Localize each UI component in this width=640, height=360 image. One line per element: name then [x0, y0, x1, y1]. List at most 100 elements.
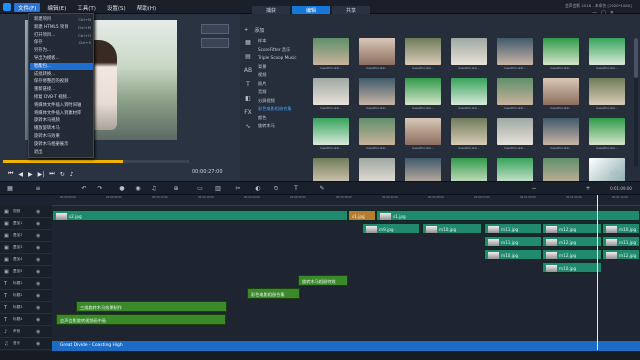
- track-visibility-icon[interactable]: ◉: [36, 293, 40, 299]
- track-header[interactable]: ▣ 视频 ◉: [0, 206, 52, 218]
- paint-icon[interactable]: ✎: [318, 185, 326, 193]
- menu-help[interactable]: 帮助(H): [133, 3, 160, 12]
- record-icon[interactable]: ●: [118, 185, 126, 193]
- file-menu-item[interactable]: 重新链接...: [30, 86, 93, 93]
- timeline-clip[interactable]: s2.jpg: [52, 210, 348, 221]
- track-header[interactable]: T 标题2 ◉: [0, 290, 52, 302]
- library-thumbnail[interactable]: beautiful-ladi...: [312, 38, 350, 72]
- transition-icon[interactable]: AB: [243, 66, 253, 76]
- repeat-icon[interactable]: ↻: [60, 171, 65, 178]
- library-thumbnail[interactable]: beautiful-ladi...: [588, 78, 626, 112]
- library-tree-item[interactable]: 音频: [258, 89, 266, 95]
- track-header[interactable]: ▣ 叠加2 ◉: [0, 230, 52, 242]
- audio-clip[interactable]: Great Divide - Coasting High: [52, 341, 640, 351]
- file-menu-item[interactable]: 智能包...: [30, 62, 93, 70]
- storyboard-view-icon[interactable]: ▦: [6, 185, 14, 193]
- timeline-clip[interactable]: m12.jpg: [602, 249, 640, 260]
- track-visibility-icon[interactable]: ◉: [36, 305, 40, 311]
- menu-file[interactable]: 文件(F): [14, 3, 41, 12]
- track-visibility-icon[interactable]: ◉: [36, 233, 40, 239]
- menu-edit[interactable]: 编辑(E): [43, 3, 70, 12]
- library-thumbnail[interactable]: beautiful-ladi...: [404, 118, 442, 152]
- library-thumbnail[interactable]: beautiful-ladi...: [358, 38, 396, 72]
- track-visibility-icon[interactable]: ◉: [36, 221, 40, 227]
- file-menu-item[interactable]: 打开项目... Ctrl+O: [30, 32, 93, 39]
- library-tree-item[interactable]: 背景: [258, 64, 266, 70]
- library-thumbnail[interactable]: beautiful-ladi...: [542, 118, 580, 152]
- track-visibility-icon[interactable]: ◉: [36, 257, 40, 263]
- browse-link[interactable]: 浏览: [610, 171, 619, 177]
- file-menu-item[interactable]: 将媒体文件插入到时间轴: [30, 102, 93, 109]
- clip-mode-button[interactable]: [201, 38, 229, 48]
- track-header[interactable]: T 标题3 ◉: [0, 302, 52, 314]
- zoom-in-icon[interactable]: +: [584, 185, 592, 193]
- library-thumbnail[interactable]: beautiful-ladi...: [450, 38, 488, 72]
- end-icon[interactable]: ⏭: [49, 170, 54, 178]
- timecode[interactable]: 00:00:27:00: [192, 169, 223, 175]
- library-tree-item[interactable]: 视频: [258, 72, 266, 78]
- file-menu-item[interactable]: 旋转木马视频: [30, 117, 93, 124]
- home-icon[interactable]: ⏮: [8, 170, 13, 178]
- timeline-clip[interactable]: m11.jpg: [484, 223, 542, 234]
- library-thumbnail[interactable]: beautiful-ladi...: [404, 78, 442, 112]
- media-icon[interactable]: ▦: [243, 38, 253, 48]
- library-thumbnail[interactable]: beautiful-ladi...: [358, 118, 396, 152]
- mixer-icon[interactable]: ◉: [134, 185, 142, 193]
- graphic-icon[interactable]: ◧: [243, 94, 253, 104]
- library-thumbnail[interactable]: beautiful-ladi...: [496, 78, 534, 112]
- project-mode-button[interactable]: [201, 24, 229, 34]
- fx-icon[interactable]: FX: [243, 108, 253, 118]
- timeline-clip[interactable]: m10.jpg: [422, 223, 482, 234]
- next-frame-icon[interactable]: ▶|: [38, 171, 45, 178]
- subtitle-icon[interactable]: ▭: [196, 185, 204, 193]
- volume-icon[interactable]: ♪: [70, 171, 74, 178]
- track-header[interactable]: ▣ 叠加4 ◉: [0, 254, 52, 266]
- file-menu-item[interactable]: 成批转换...: [30, 71, 93, 78]
- file-menu-item[interactable]: 旋转木马效果: [30, 133, 93, 140]
- mask-icon[interactable]: ◐: [254, 185, 262, 193]
- file-menu-item[interactable]: 导出为模板...: [30, 55, 93, 62]
- track-header[interactable]: T 标题4 ◉: [0, 314, 52, 326]
- track-header[interactable]: ▣ 叠加5 ◉: [0, 266, 52, 278]
- library-thumbnail[interactable]: beautiful-ladi...: [450, 118, 488, 152]
- library-scrollbar[interactable]: [634, 38, 638, 166]
- timeline-clip[interactable]: m10.jpg: [484, 249, 542, 260]
- timeline-clip[interactable]: m11.jpg: [484, 236, 542, 247]
- motion-track-icon[interactable]: ⊕: [172, 185, 180, 193]
- library-tree-item[interactable]: ScoreFitter 音乐: [258, 47, 290, 53]
- file-menu-item[interactable]: 修复 DVB-T 视频...: [30, 94, 93, 101]
- track-visibility-icon[interactable]: ◉: [36, 329, 40, 335]
- scrubber-bar[interactable]: [3, 160, 189, 163]
- track-header[interactable]: ♫ 音乐 ◉: [0, 338, 52, 350]
- timeline-clip[interactable]: m11.jpg: [602, 236, 640, 247]
- library-tree-item[interactable]: 颜色: [258, 115, 266, 121]
- path-icon[interactable]: ∿: [243, 122, 253, 132]
- multicam-icon[interactable]: ▥: [214, 185, 222, 193]
- timeline-clip[interactable]: 彩色电影相册合集: [247, 288, 300, 299]
- library-thumbnail[interactable]: beautiful-ladi...: [588, 38, 626, 72]
- track-header[interactable]: T 标题1 ◉: [0, 278, 52, 290]
- timeline-clip[interactable]: m10.jpg: [602, 223, 640, 234]
- play-icon[interactable]: ▶: [28, 171, 33, 178]
- track-header[interactable]: ▣ 叠加3 ◉: [0, 242, 52, 254]
- library-tree-item[interactable]: 样本: [258, 38, 266, 44]
- track-header[interactable]: ♪ 声音 ◉: [0, 326, 52, 338]
- timeline-view-icon[interactable]: ≡: [34, 185, 42, 193]
- file-menu-item[interactable]: 保存修整后的视频: [30, 78, 93, 85]
- library-thumbnail[interactable]: beautiful-ladi...: [542, 38, 580, 72]
- instant-project-icon[interactable]: ▤: [243, 52, 253, 62]
- redo-icon[interactable]: ↷: [96, 185, 104, 193]
- library-thumbnail[interactable]: beautiful-ladi...: [496, 38, 534, 72]
- library-tree-item[interactable]: 旋转木马: [258, 123, 275, 129]
- library-thumbnail[interactable]: beautiful-ladi...: [404, 38, 442, 72]
- split-icon[interactable]: ✂: [234, 185, 242, 193]
- prev-frame-icon[interactable]: ◀: [18, 171, 23, 178]
- library-tree-item[interactable]: 分屏视频: [258, 98, 275, 104]
- playhead[interactable]: [597, 195, 598, 350]
- timeline-clip[interactable]: m10.jpg: [542, 262, 602, 273]
- library-thumbnail[interactable]: beautiful-ladi...: [312, 118, 350, 152]
- file-menu-item[interactable]: 另存为...: [30, 47, 93, 54]
- track-visibility-icon[interactable]: ◉: [36, 245, 40, 251]
- timeline-clip[interactable]: m12.jpg: [542, 236, 602, 247]
- add-label[interactable]: 添加: [254, 27, 264, 34]
